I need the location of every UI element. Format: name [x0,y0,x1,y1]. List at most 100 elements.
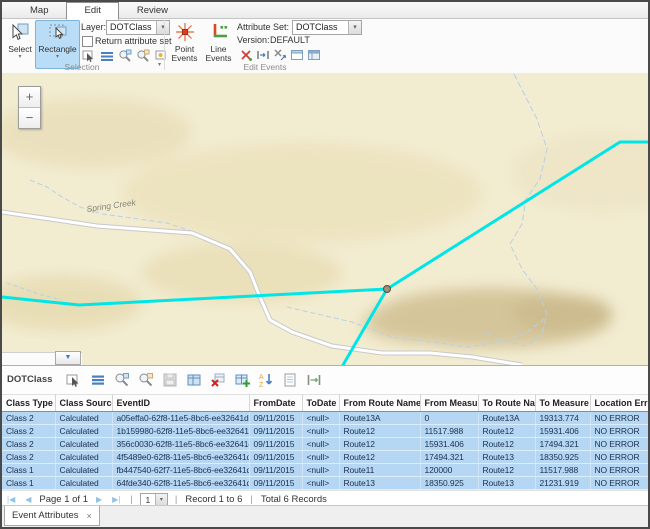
cell[interactable]: 120000 [420,464,478,477]
cell[interactable]: Calculated [55,412,112,425]
zoom-to-selected-icon[interactable] [114,372,130,388]
cell[interactable]: NO ERROR [590,412,648,425]
col-to-measure[interactable]: To Measure [535,395,590,412]
select-records-icon[interactable] [66,372,82,388]
cell[interactable]: Class 2 [2,451,55,464]
cell[interactable]: 11517.988 [420,425,478,438]
cell[interactable]: 09/11/2015 [249,464,302,477]
cell[interactable]: 0 [420,412,478,425]
cell[interactable]: 19313.774 [535,412,590,425]
cell[interactable]: NO ERROR [590,425,648,438]
cell[interactable]: Class 2 [2,438,55,451]
cell[interactable]: NO ERROR [590,451,648,464]
col-from-route-name[interactable]: From Route Name [339,395,420,412]
table-row[interactable]: Class 2Calculated4f5489e0-62f8-11e5-8bc6… [2,451,648,464]
cell[interactable]: Route13 [478,477,535,490]
attribute-set-dropdown[interactable]: DOTClass ▾ [292,20,362,35]
cell[interactable]: Route12 [478,438,535,451]
select-by-box-icon[interactable] [82,49,96,63]
cell[interactable]: 17494.321 [535,438,590,451]
return-attribute-set-checkbox[interactable] [82,36,93,47]
panel-collapse-button[interactable]: ▼ [55,351,81,365]
save-icon[interactable] [162,372,178,388]
selection-list-icon[interactable] [100,49,114,63]
cell[interactable]: 21231.919 [535,477,590,490]
close-icon[interactable]: × [87,511,92,521]
col-class-type[interactable]: Class Type [2,395,55,412]
attribute-window-icon[interactable] [186,372,202,388]
cell[interactable]: 17494.321 [420,451,478,464]
cell[interactable]: Route12 [339,438,420,451]
cell[interactable]: Class 1 [2,464,55,477]
cell[interactable]: Route13 [339,477,420,490]
last-page-button[interactable]: ▶| [107,495,125,504]
map-view[interactable]: Spring Creek + − ▼ [2,73,648,365]
cell[interactable]: Route13 [478,451,535,464]
col-from-measure[interactable]: From Measure [420,395,478,412]
cell[interactable]: 18350.925 [535,451,590,464]
tab-event-attributes[interactable]: Event Attributes × [4,506,100,526]
cell[interactable]: Calculated [55,451,112,464]
cell[interactable]: Route13A [478,412,535,425]
col-todate[interactable]: ToDate [302,395,339,412]
cell[interactable]: 09/11/2015 [249,477,302,490]
col-location-error[interactable]: Location Error [590,395,648,412]
cell[interactable]: NO ERROR [590,464,648,477]
cell[interactable]: 18350.925 [420,477,478,490]
cell[interactable]: 09/11/2015 [249,425,302,438]
previous-page-button[interactable]: ◀ [20,495,36,504]
cell[interactable]: Class 1 [2,477,55,490]
route-junction-marker[interactable] [384,286,391,293]
table-row[interactable]: Class 2Calculateda05effa0-62f8-11e5-8bc6… [2,412,648,425]
cell[interactable]: 64fde340-62f8-11e5-8bc6-ee32641d5ec9 [112,477,249,490]
snap-event-icon[interactable] [273,48,287,62]
col-fromdate[interactable]: FromDate [249,395,302,412]
add-record-icon[interactable] [234,372,250,388]
col-eventid[interactable]: EventID [112,395,249,412]
layer-dropdown[interactable]: DOTClass ▾ [106,20,170,35]
col-class-source[interactable]: Class Source [55,395,112,412]
cell[interactable]: <null> [302,425,339,438]
first-page-button[interactable]: |◀ [2,495,20,504]
cell[interactable]: fb447540-62f7-11e5-8bc6-ee32641d5ec9 [112,464,249,477]
cell[interactable]: Calculated [55,438,112,451]
cell[interactable]: 09/11/2015 [249,451,302,464]
chevron-down-icon[interactable]: ▾ [155,494,167,506]
open-form-icon[interactable] [282,372,298,388]
cell[interactable]: Route13A [339,412,420,425]
cell[interactable]: 1b159980-62f8-11e5-8bc6-ee32641d5ec9 [112,425,249,438]
chevron-down-icon[interactable]: ▾ [348,21,361,34]
options-menu-icon[interactable] [90,372,106,388]
docked-window-icon[interactable] [307,48,321,62]
cell[interactable]: Route11 [339,464,420,477]
table-row[interactable]: Class 2Calculated1b159980-62f8-11e5-8bc6… [2,425,648,438]
cell[interactable]: a05effa0-62f8-11e5-8bc6-ee32641d5ec9 [112,412,249,425]
zoom-in-button[interactable]: + [19,87,40,107]
measure-icon[interactable] [306,372,322,388]
cell[interactable]: <null> [302,477,339,490]
cell[interactable]: Calculated [55,477,112,490]
cell[interactable]: Class 2 [2,412,55,425]
tab-map[interactable]: Map [12,2,66,20]
cell[interactable]: Route12 [339,451,420,464]
tab-review[interactable]: Review [119,2,186,20]
cell[interactable]: 11517.988 [535,464,590,477]
chevron-down-icon[interactable]: ▾ [18,54,21,60]
zoom-to-selection-icon[interactable] [118,49,132,63]
cell[interactable]: <null> [302,464,339,477]
cell[interactable]: Route12 [478,464,535,477]
cell[interactable]: Route12 [478,425,535,438]
cell[interactable]: 09/11/2015 [249,412,302,425]
table-row[interactable]: Class 2Calculated356c0030-62f8-11e5-8bc6… [2,438,648,451]
cell[interactable]: Class 2 [2,425,55,438]
cell[interactable]: NO ERROR [590,477,648,490]
zoom-out-button[interactable]: − [19,107,40,128]
cell[interactable]: 09/11/2015 [249,438,302,451]
cell[interactable]: 15931.406 [420,438,478,451]
chevron-down-icon[interactable]: ▾ [56,54,59,60]
table-row[interactable]: Class 1Calculated64fde340-62f8-11e5-8bc6… [2,477,648,490]
tab-edit[interactable]: Edit [66,2,118,20]
sort-icon[interactable]: AZ [258,372,274,388]
cell[interactable]: <null> [302,438,339,451]
reassign-event-icon[interactable] [256,48,270,62]
